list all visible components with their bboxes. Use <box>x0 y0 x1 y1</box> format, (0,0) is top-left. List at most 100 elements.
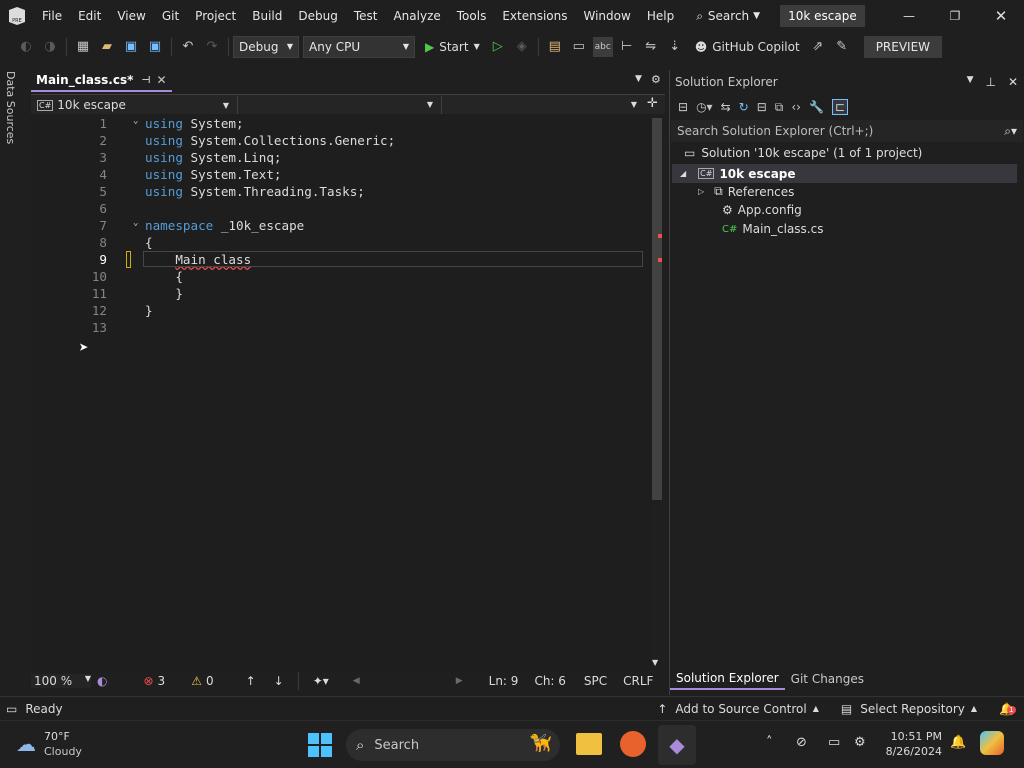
history-icon[interactable]: ◷▾ <box>696 100 713 114</box>
solution-search-input[interactable]: Search Solution Explorer (Ctrl+;) ⌕▾ <box>671 120 1023 142</box>
scroll-down-icon[interactable]: ▼ <box>652 658 658 667</box>
collapse-icon[interactable]: ⌄ <box>133 218 138 228</box>
scroll-right-icon[interactable]: ▶ <box>456 676 463 686</box>
project-dropdown[interactable]: C# 10k escape ▼ <box>33 96 233 114</box>
preview-button[interactable]: PREVIEW <box>863 35 943 58</box>
select-repository-button[interactable]: ▤ Select Repository ▲ <box>841 702 977 716</box>
copilot-icon[interactable] <box>980 731 1004 755</box>
breakpoint-icon[interactable]: ⇣ <box>665 37 685 57</box>
menu-test[interactable]: Test <box>346 0 386 32</box>
column-indicator[interactable]: Ch: 6 <box>534 674 565 688</box>
start-without-debugging-icon[interactable]: ▷ <box>488 37 508 57</box>
restore-button[interactable]: ❐ <box>932 9 978 23</box>
menu-analyze[interactable]: Analyze <box>385 0 448 32</box>
tab-git-changes[interactable]: Git Changes <box>785 669 870 689</box>
redo-icon[interactable]: ↷ <box>202 37 222 57</box>
code-line[interactable]: using System.Text; <box>145 167 282 182</box>
code-line[interactable]: } <box>145 286 183 301</box>
menu-view[interactable]: View <box>109 0 153 32</box>
tree-item-project[interactable]: ◢ C# 10k escape <box>672 164 1017 183</box>
forward-icon[interactable]: ◑ <box>40 37 60 57</box>
line-ending-indicator[interactable]: CRLF <box>623 674 653 688</box>
menu-window[interactable]: Window <box>576 0 639 32</box>
undo-icon[interactable]: ↶ <box>178 37 198 57</box>
format-icon[interactable]: ⊢ <box>617 37 637 57</box>
menu-build[interactable]: Build <box>244 0 290 32</box>
collapse-all-icon[interactable]: ⊟ <box>757 100 767 114</box>
code-line[interactable]: } <box>145 303 153 318</box>
back-forward-icon[interactable]: ⇆ <box>721 100 731 114</box>
split-icon[interactable]: ✛ <box>647 96 658 111</box>
code-line[interactable]: { <box>145 235 153 250</box>
type-dropdown[interactable]: ▼ <box>237 96 437 114</box>
file-explorer-icon[interactable] <box>576 733 602 755</box>
platform-select[interactable]: Any CPU ▼ <box>303 35 415 58</box>
bell-icon[interactable]: 🔔 <box>950 735 966 750</box>
code-view-icon[interactable]: ‹› <box>791 100 801 114</box>
menu-help[interactable]: Help <box>639 0 682 32</box>
collapsed-arrow-icon[interactable]: ▷ <box>698 187 704 196</box>
code-cleanup-icon[interactable]: ✦▾ <box>313 674 329 688</box>
copilot-status-icon[interactable]: ◐ <box>97 674 107 688</box>
tree-item-references[interactable]: ▷ ⧉ References <box>698 184 794 199</box>
tree-item-main-class[interactable]: C# Main_class.cs <box>722 222 823 236</box>
code-area[interactable]: 1 using System; 2 using System.Collections.… <box>31 114 651 672</box>
code-line[interactable]: using System.Collections.Generic; <box>145 133 395 148</box>
tab-main-class[interactable]: Main_class.cs* ⊣ ✕ <box>31 70 172 92</box>
menu-file[interactable]: File <box>34 0 70 32</box>
feedback-icon[interactable]: ✎ <box>832 37 852 57</box>
menu-edit[interactable]: Edit <box>70 0 109 32</box>
weather-widget[interactable]: ☁ 70°F Cloudy <box>16 729 82 759</box>
error-count[interactable]: ⊗ 3 <box>143 674 165 688</box>
new-project-icon[interactable]: ▦ <box>73 37 93 57</box>
data-sources-tab[interactable]: Data Sources <box>4 71 17 144</box>
network-icon[interactable]: ⊘ <box>796 735 807 750</box>
clock[interactable]: 10:51 PM 8/26/2024 <box>884 729 942 759</box>
code-line[interactable]: namespace _10k_escape <box>145 218 304 233</box>
chevron-up-icon[interactable]: ˄ <box>766 735 773 750</box>
pin-icon[interactable]: ⊥ <box>985 75 995 89</box>
minimize-button[interactable]: — <box>886 9 932 23</box>
compare-icon[interactable]: ⇋ <box>641 37 661 57</box>
start-button[interactable] <box>308 733 332 757</box>
copilot-button[interactable]: ☻ GitHub Copilot <box>695 40 800 54</box>
menu-project[interactable]: Project <box>187 0 244 32</box>
layout-icon[interactable]: ▭ <box>569 37 589 57</box>
save-all-icon[interactable]: ▣ <box>145 37 165 57</box>
code-line[interactable]: { <box>145 269 183 284</box>
scroll-left-icon[interactable]: ◀ <box>353 676 360 686</box>
refresh-icon[interactable]: ↻ <box>739 100 749 114</box>
sync-view-icon[interactable]: ⊟ <box>678 100 688 114</box>
menu-extensions[interactable]: Extensions <box>494 0 575 32</box>
tab-solution-explorer[interactable]: Solution Explorer <box>670 668 785 690</box>
open-folder-icon[interactable]: ▰ <box>97 37 117 57</box>
panel-menu-icon[interactable]: ▼ <box>967 75 974 89</box>
firefox-icon[interactable] <box>620 731 646 757</box>
zoom-select[interactable]: 100 % ▼ <box>31 674 91 688</box>
start-button[interactable]: ▶ Start ▼ <box>425 40 480 54</box>
spell-check-icon[interactable]: abc <box>592 36 613 57</box>
properties-icon[interactable]: 🔧 <box>809 100 824 114</box>
taskbar-search[interactable]: ⌕ Search 🦮 <box>346 729 560 761</box>
back-icon[interactable]: ◐ <box>16 37 36 57</box>
settings-icon[interactable]: ⚙ <box>651 73 661 86</box>
vertical-scrollbar[interactable]: ▼ <box>651 114 663 672</box>
tree-item-app-config[interactable]: ⚙ App.config <box>722 203 802 217</box>
share-icon[interactable]: ⇗ <box>808 37 828 57</box>
tree-item-solution[interactable]: ▭ Solution '10k escape' (1 of 1 project) <box>684 146 922 160</box>
member-dropdown[interactable]: ▼ <box>441 96 641 114</box>
save-icon[interactable]: ▣ <box>121 37 141 57</box>
visual-studio-icon[interactable]: ◆ <box>658 725 696 765</box>
menu-debug[interactable]: Debug <box>290 0 345 32</box>
menu-tools[interactable]: Tools <box>449 0 495 32</box>
folder-icon[interactable]: ▤ <box>545 37 565 57</box>
code-line[interactable]: using System; <box>145 116 244 131</box>
line-indicator[interactable]: Ln: 9 <box>489 674 519 688</box>
menu-git[interactable]: Git <box>154 0 187 32</box>
vs-logo-icon[interactable]: PRE <box>0 0 34 32</box>
arrow-up-icon[interactable]: ↑ <box>246 674 256 688</box>
arrow-down-icon[interactable]: ↓ <box>274 674 284 688</box>
expanded-arrow-icon[interactable]: ◢ <box>680 169 686 178</box>
preview-selected-icon[interactable]: ⊏ <box>831 99 848 115</box>
add-to-source-control-button[interactable]: ↑ Add to Source Control ▲ <box>657 702 819 716</box>
